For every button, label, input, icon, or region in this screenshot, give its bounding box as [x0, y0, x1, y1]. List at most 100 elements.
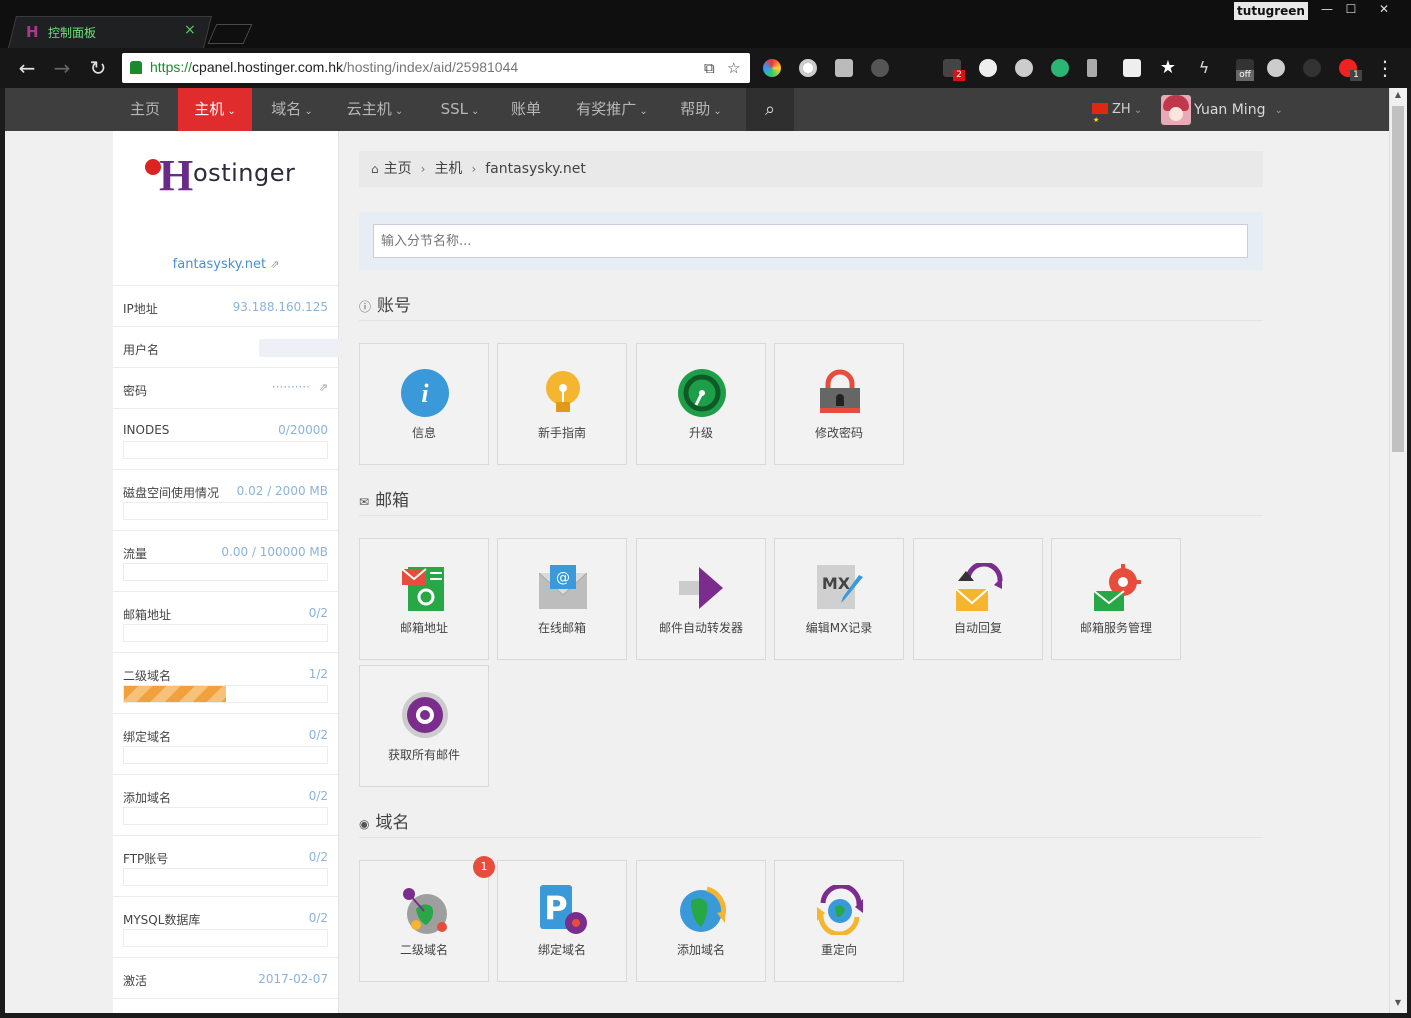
tile-getting-started[interactable]: 新手指南 — [497, 343, 627, 465]
tab-close-icon[interactable]: × — [184, 22, 196, 38]
speedometer-icon — [678, 369, 726, 417]
tile-fetch-mail[interactable]: 获取所有邮件 — [359, 665, 489, 787]
gear-extension-icon[interactable] — [1267, 59, 1285, 77]
tile-upgrade[interactable]: 升级 — [636, 343, 766, 465]
stat-value: 0.00 / 100000 MB — [221, 545, 328, 559]
scroll-thumb[interactable] — [1392, 106, 1404, 452]
nav-search-icon[interactable]: ⌕ — [746, 88, 794, 131]
stat-label: IP地址 — [123, 302, 158, 316]
tile-label: 邮箱地址 — [399, 621, 448, 635]
stat-password: 密码 ·········· ⇗ — [113, 367, 338, 408]
chevron-down-icon: ⌄ — [304, 106, 313, 117]
new-tab-button[interactable] — [207, 24, 253, 44]
tile-email-management[interactable]: 邮箱服务管理 — [1051, 538, 1181, 660]
section-title-text: 邮箱 — [375, 491, 410, 511]
timer-extension-icon[interactable] — [1303, 59, 1321, 77]
user-menu[interactable]: Yuan Ming ⌄ — [1161, 94, 1283, 126]
tile-mx-records[interactable]: MX 编辑MX记录 — [774, 538, 904, 660]
tile-forwarders[interactable]: 邮件自动转发器 — [636, 538, 766, 660]
profile-button[interactable]: tutugreen — [1234, 2, 1308, 20]
progress-bar — [123, 807, 328, 825]
password-dots: ·········· — [271, 380, 310, 394]
url-text[interactable]: https://cpanel.hostinger.com.hk/hosting/… — [150, 59, 518, 75]
info-circle-icon: ⓘ — [359, 300, 372, 314]
breadcrumb-home[interactable]: 主页 — [384, 161, 412, 177]
forward-arrow-icon[interactable]: → — [50, 56, 74, 80]
stat-value: 0/20000 — [278, 423, 328, 437]
progress-bar — [123, 746, 328, 764]
hostinger-favicon-icon: H — [26, 23, 39, 41]
breadcrumb-separator-icon: › — [420, 162, 426, 176]
tile-redirects[interactable]: 重定向 — [774, 860, 904, 982]
tile-label: 绑定域名 — [537, 943, 586, 957]
tile-change-password[interactable]: 修改密码 — [774, 343, 904, 465]
progress-bar — [123, 502, 328, 520]
nav-item-home[interactable]: 主页 — [115, 88, 175, 131]
tile-label: 获取所有邮件 — [387, 748, 460, 762]
nav-item-hosting[interactable]: 主机 ⌄ — [178, 88, 252, 131]
chevron-down-icon: ⌄ — [639, 106, 648, 117]
scroll-up-icon[interactable]: ▲ — [1393, 90, 1403, 99]
adblock-extension-badge: 1 — [1350, 70, 1362, 81]
bulb-extension-icon[interactable] — [1015, 59, 1033, 77]
chevron-down-icon: ⌄ — [1274, 104, 1283, 116]
stat-mysql: MYSQL数据库 0/2 — [113, 896, 338, 957]
maximize-button[interactable]: ☐ — [1340, 0, 1362, 20]
stat-email-accounts: 邮箱地址 0/2 — [113, 591, 338, 652]
tile-subdomains[interactable]: 二级域名 1 — [359, 856, 495, 982]
star-extension-icon[interactable]: ★ — [1159, 59, 1177, 77]
nav-item-cloud[interactable]: 云主机 ⌄ — [335, 88, 415, 131]
site-link[interactable]: fantasysky.net ⇗ — [113, 257, 339, 272]
tile-autoresponders[interactable]: 自动回复 — [913, 538, 1043, 660]
tile-addon-domains[interactable]: 添加域名 — [636, 860, 766, 982]
external-link-icon[interactable]: ⇗ — [319, 381, 328, 394]
chart-extension-icon[interactable] — [835, 59, 853, 77]
nav-label: 域名 — [271, 100, 302, 118]
webmail-icon: @ — [538, 565, 588, 609]
username-redacted — [259, 339, 339, 357]
translate-icon[interactable]: ⧉ — [704, 59, 715, 77]
soccer-extension-icon[interactable] — [979, 59, 997, 77]
record-extension-icon[interactable] — [799, 59, 817, 77]
page-scrollbar[interactable]: ▲ ▼ — [1389, 88, 1407, 1013]
menu-kebab-icon[interactable]: ⋮ — [1373, 56, 1397, 80]
section-search-input[interactable] — [373, 224, 1248, 258]
close-window-button[interactable]: ✕ — [1364, 0, 1404, 20]
section-account-title: ⓘ 账号 — [359, 291, 1263, 321]
svg-text:P: P — [544, 889, 567, 927]
color-picker-extension-icon[interactable] — [763, 59, 781, 77]
sync-extension-icon[interactable] — [1051, 59, 1069, 77]
bookmark-star-icon[interactable]: ☆ — [727, 59, 740, 77]
nav-item-help[interactable]: 帮助 ⌄ — [671, 88, 731, 131]
stat-username: 用户名 — [113, 326, 339, 367]
stat-value: 93.188.160.125 — [232, 300, 328, 314]
back-arrow-icon[interactable]: ← — [15, 56, 39, 80]
lightning-extension-icon[interactable]: ϟ — [1195, 59, 1213, 77]
external-link-icon: ⇗ — [270, 258, 280, 271]
stat-value: 1/2 — [308, 667, 328, 681]
site-navbar: 主页 主机⌄ 域名⌄ 云主机⌄ SSL⌄ 账单 有奖推广⌄ 帮助⌄ ⌕ ZH⌄ … — [5, 88, 1389, 142]
ankh-extension-icon[interactable] — [1087, 59, 1097, 77]
tile-email-accounts[interactable]: 邮箱地址 — [359, 538, 489, 660]
reload-icon[interactable]: ↻ — [86, 56, 110, 80]
nav-item-referral[interactable]: 有奖推广 ⌄ — [566, 88, 658, 131]
nav-item-domains[interactable]: 域名 ⌄ — [255, 88, 329, 131]
nav-item-ssl[interactable]: SSL ⌄ — [425, 88, 495, 131]
nav-item-billing[interactable]: 账单 — [501, 88, 551, 131]
settings-extension-icon[interactable] — [871, 59, 889, 77]
tile-info[interactable]: i 信息 — [359, 343, 489, 465]
breadcrumb-hosting[interactable]: 主机 — [434, 161, 462, 177]
notification-badge: 1 — [473, 856, 495, 878]
tile-parked-domains[interactable]: P 绑定域名 — [497, 860, 627, 982]
language-selector[interactable]: ZH⌄ — [1092, 88, 1142, 142]
tile-webmail[interactable]: @ 在线邮箱 — [497, 538, 627, 660]
lock-icon — [130, 61, 142, 74]
square-extension-icon[interactable] — [1123, 59, 1141, 77]
address-bar[interactable]: https://cpanel.hostinger.com.hk/hosting/… — [122, 53, 750, 83]
scroll-down-icon[interactable]: ▼ — [1393, 998, 1403, 1007]
page-content: H ostinger fantasysky.net ⇗ IP地址 93.188.1… — [5, 131, 1389, 1013]
browser-tab-content[interactable]: H 控制面板 — [26, 19, 96, 45]
minimize-button[interactable]: — — [1316, 0, 1338, 20]
chevron-down-icon: ⌄ — [394, 106, 404, 117]
email-list-icon — [401, 567, 444, 611]
